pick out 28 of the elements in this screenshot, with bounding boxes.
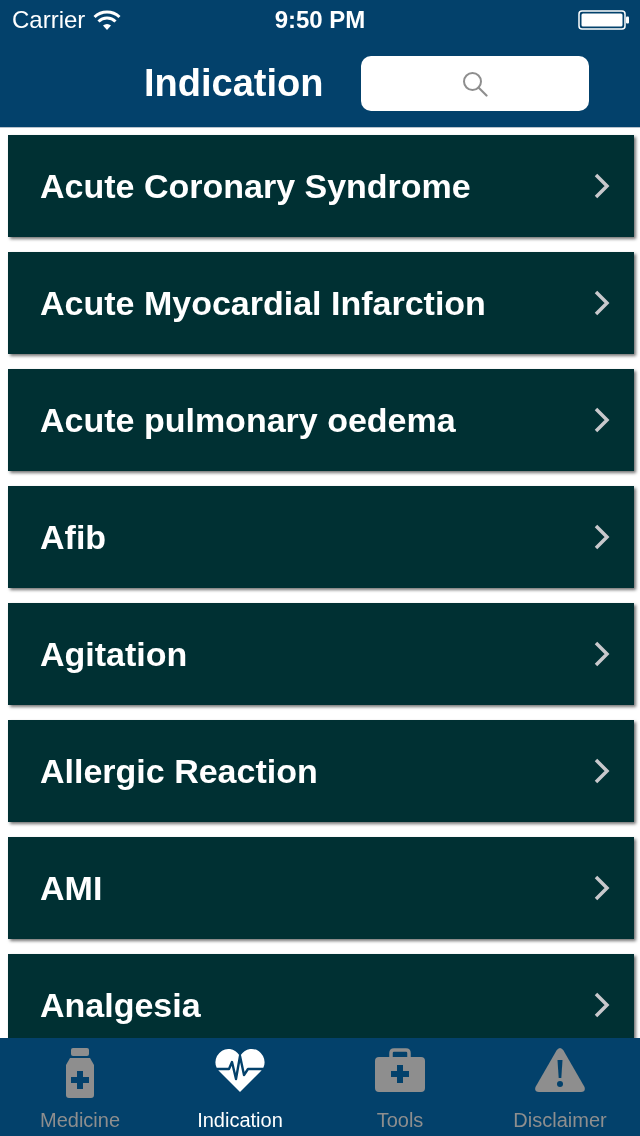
indication-row[interactable]: Agitation (8, 603, 634, 705)
wifi-icon (93, 9, 122, 31)
status-time: 9:50 PM (274, 6, 366, 34)
first-aid-kit-icon (375, 1048, 425, 1092)
indication-row[interactable]: Acute pulmonary oedema (8, 369, 634, 471)
chevron-right-icon (594, 758, 610, 784)
screen-title: Indication (144, 62, 324, 105)
medicine-bottle-icon (65, 1048, 95, 1098)
chevron-right-icon (594, 173, 610, 199)
heart-pulse-icon (215, 1048, 265, 1092)
chevron-right-icon (594, 407, 610, 433)
indication-row[interactable]: Acute Coronary Syndrome (8, 135, 634, 237)
battery-icon (578, 10, 630, 30)
chevron-right-icon (594, 992, 610, 1018)
indication-row[interactable]: AMI (8, 837, 634, 939)
chevron-right-icon (594, 290, 610, 316)
chevron-right-icon (594, 875, 610, 901)
indication-row[interactable]: Afib (8, 486, 634, 588)
indication-row[interactable]: Acute Myocardial Infarction (8, 252, 634, 354)
indication-row[interactable]: Allergic Reaction (8, 720, 634, 822)
indication-row[interactable]: Analgesia (8, 954, 634, 1038)
search-icon (462, 70, 489, 97)
chevron-right-icon (594, 641, 610, 667)
warning-icon (535, 1048, 585, 1092)
tab[interactable]: Indication (160, 1038, 320, 1136)
carrier-name: Carrier (12, 6, 86, 34)
chevron-right-icon (594, 524, 610, 550)
search-field[interactable] (361, 56, 590, 111)
